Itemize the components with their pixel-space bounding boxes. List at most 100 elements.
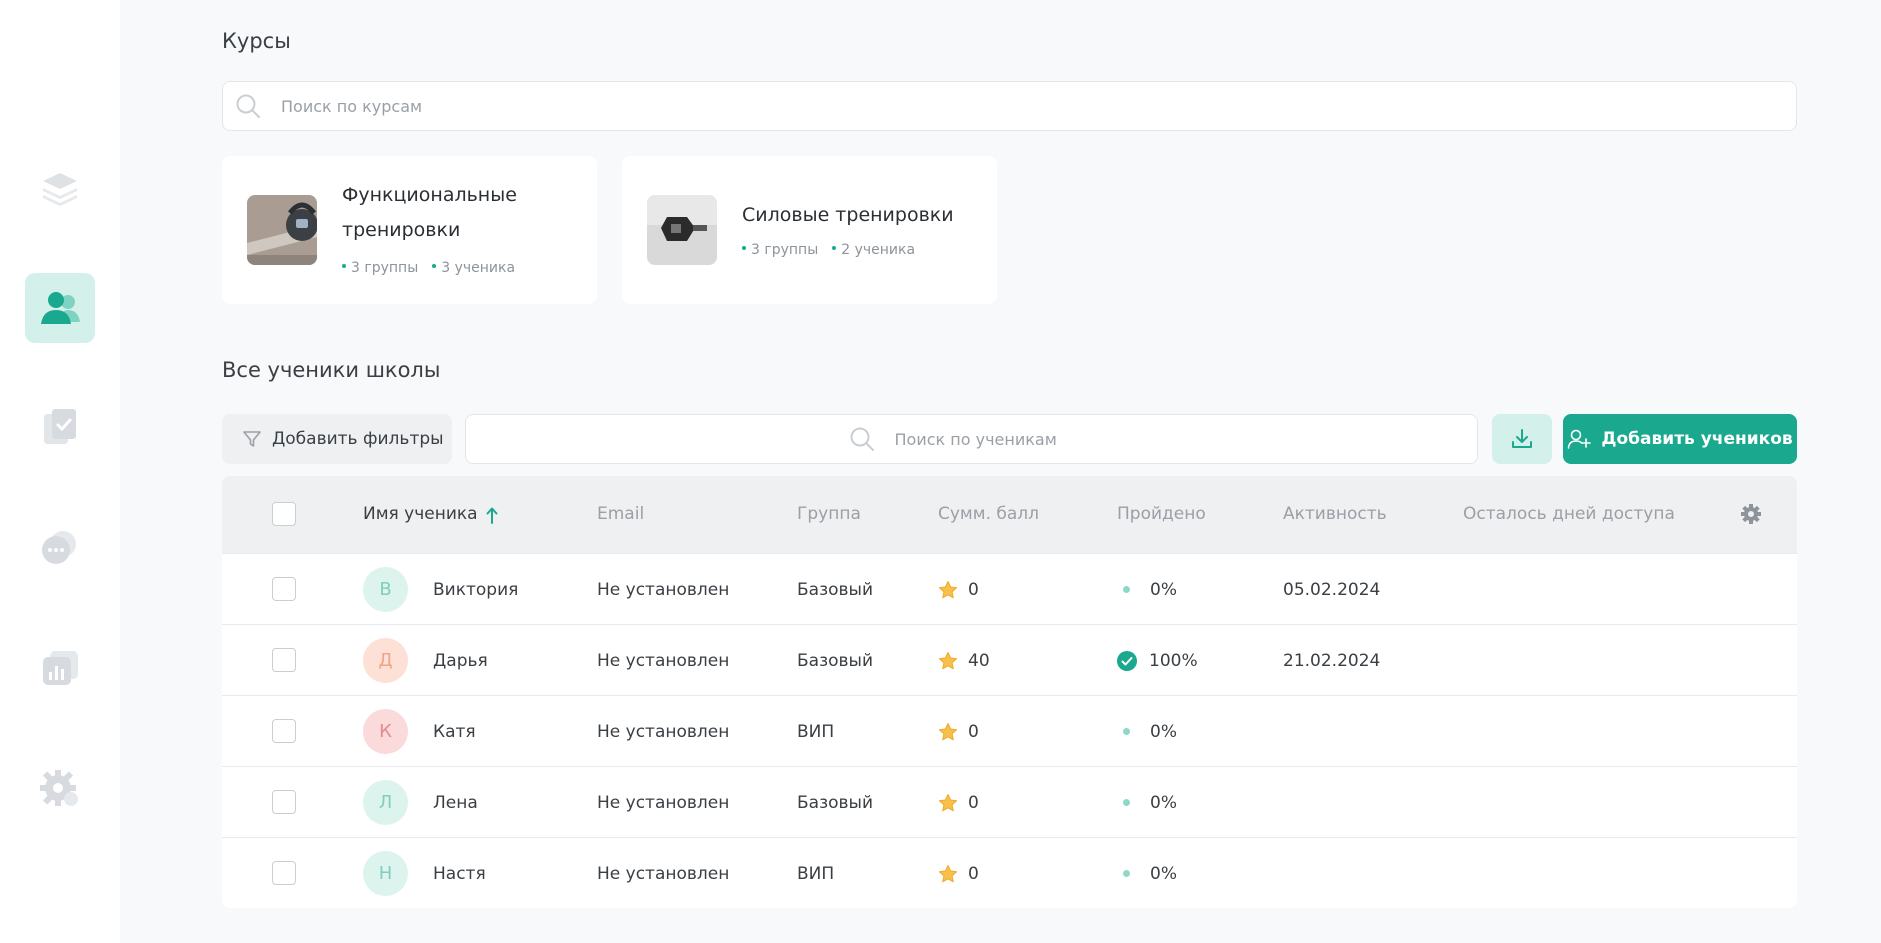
course-card[interactable]: Функциональные тренировки 3 группы 3 уче… [222,156,597,304]
student-progress-cell: 0% [1117,696,1177,767]
add-filters-button[interactable]: Добавить фильтры [222,414,452,464]
sidebar-item-assignments[interactable] [25,393,95,463]
courses-search-input[interactable] [281,96,1761,116]
student-score-cell: 40 [938,625,990,696]
add-students-label: Добавить учеников [1601,429,1793,449]
column-header-email[interactable]: Email [597,476,644,553]
select-all-checkbox[interactable] [272,502,296,526]
table-row[interactable]: Д Дарья Не установлен Базовый 40 100% 21… [222,624,1797,695]
student-name: Дарья [433,650,488,671]
course-students-count: 2 ученика [832,242,915,258]
student-group: Базовый [797,579,874,600]
course-groups-count: 3 группы [742,242,818,258]
student-score-cell: 0 [938,838,979,908]
course-meta: 3 группы 3 ученика [342,260,515,276]
student-score: 0 [968,721,979,742]
row-checkbox[interactable] [272,861,296,885]
student-name-cell[interactable]: Н Настя [363,838,486,908]
table-row[interactable]: В Виктория Не установлен Базовый 0 0% 05… [222,553,1797,624]
students-search[interactable] [465,414,1478,464]
row-checkbox[interactable] [272,719,296,743]
student-name: Виктория [433,579,519,600]
kettlebell-image [247,195,317,265]
student-group: Базовый [797,792,874,813]
table-row[interactable]: Н Настя Не установлен ВИП 0 0% [222,837,1797,908]
courses-title: Курсы [222,29,291,53]
chat-icon [42,531,76,564]
progress-dot-icon [1123,870,1130,877]
avatar: К [363,709,408,754]
student-score-cell: 0 [938,767,979,838]
table-row[interactable]: Л Лена Не установлен Базовый 0 0% [222,766,1797,837]
search-icon [236,94,260,118]
student-name-cell[interactable]: Л Лена [363,767,478,838]
student-name-cell[interactable]: В Виктория [363,554,518,625]
student-activity: 05.02.2024 [1283,579,1381,600]
table-row[interactable]: К Катя Не установлен ВИП 0 0% [222,695,1797,766]
row-checkbox[interactable] [272,790,296,814]
student-progress: 0% [1150,721,1177,742]
column-header-group[interactable]: Группа [797,476,861,553]
students-table: Имя ученика Email Группа Сумм. балл Прой… [222,476,1797,908]
student-progress: 0% [1150,579,1177,600]
completed-check-icon [1117,650,1137,671]
search-icon [850,427,874,451]
star-icon [938,793,958,811]
document-check-icon [44,409,76,444]
course-groups-count: 3 группы [342,260,418,276]
column-header-days-left[interactable]: Осталось дней доступа [1463,476,1675,553]
student-score-cell: 0 [938,696,979,767]
column-header-name[interactable]: Имя ученика [363,476,498,553]
course-meta: 3 группы 2 ученика [742,242,915,258]
add-students-button[interactable]: Добавить учеников [1563,414,1797,464]
avatar: Д [363,638,408,683]
student-name-cell[interactable]: К Катя [363,696,476,767]
progress-dot-icon [1123,728,1130,735]
courses-search[interactable] [222,81,1797,131]
export-button[interactable] [1492,414,1552,464]
progress-dot-icon [1123,586,1130,593]
student-score: 0 [968,792,979,813]
row-checkbox[interactable] [272,648,296,672]
sidebar-item-settings[interactable] [25,753,95,823]
student-progress-cell: 0% [1117,838,1177,908]
sidebar-item-students[interactable] [25,273,95,343]
table-settings-gear-icon[interactable] [1740,503,1762,525]
course-card[interactable]: Силовые тренировки 3 группы 2 ученика [622,156,997,304]
student-email: Не установлен [597,792,730,813]
column-header-progress[interactable]: Пройдено [1117,476,1206,553]
sidebar-item-courses[interactable] [25,153,95,223]
row-checkbox[interactable] [272,577,296,601]
student-activity: 21.02.2024 [1283,650,1381,671]
student-score: 40 [968,650,990,671]
student-email: Не установлен [597,863,730,884]
course-thumbnail [647,195,717,265]
sidebar-item-chat[interactable] [25,513,95,583]
student-name-cell[interactable]: Д Дарья [363,625,488,696]
student-progress: 0% [1150,792,1177,813]
star-icon [938,651,958,669]
table-header: Имя ученика Email Группа Сумм. балл Прой… [222,476,1797,553]
student-score: 0 [968,863,979,884]
student-email: Не установлен [597,650,730,671]
course-name: Силовые тренировки [742,204,954,226]
student-email: Не установлен [597,721,730,742]
students-title: Все ученики школы [222,358,441,382]
column-header-activity[interactable]: Активность [1283,476,1387,553]
dumbbell-image [647,195,717,265]
column-header-score[interactable]: Сумм. балл [938,476,1039,553]
avatar: В [363,567,408,612]
student-score-cell: 0 [938,554,979,625]
student-email: Не установлен [597,579,730,600]
add-user-icon [1568,429,1592,449]
sort-ascending-icon[interactable] [486,506,498,524]
student-group: ВИП [797,721,835,742]
course-name-line1: Функциональные [342,184,517,206]
sidebar-item-analytics[interactable] [25,633,95,703]
student-progress: 0% [1150,863,1177,884]
students-search-input[interactable] [894,429,1095,449]
analytics-icon [43,651,78,685]
avatar: Н [363,851,408,896]
star-icon [938,580,958,598]
course-students-count: 3 ученика [432,260,515,276]
